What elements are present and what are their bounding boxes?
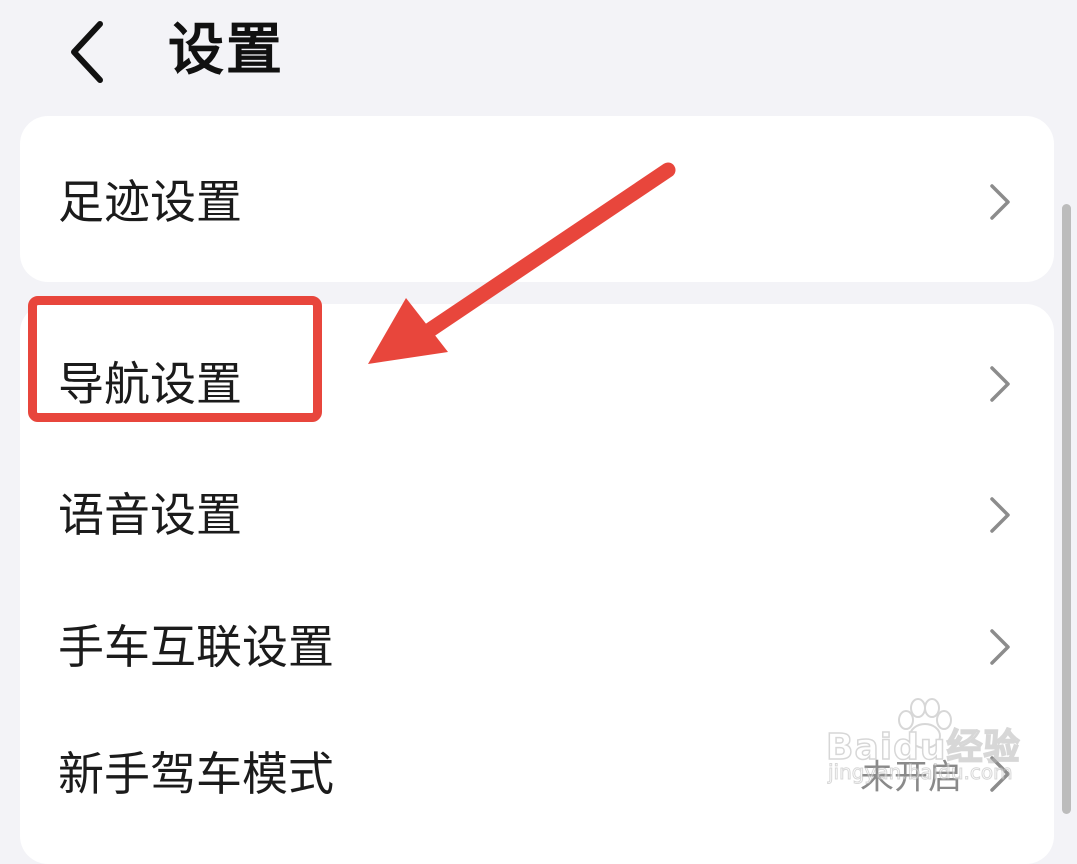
footprint-settings-item[interactable]: 足迹设置 xyxy=(20,142,1054,262)
footprint-settings-label: 足迹设置 xyxy=(58,175,242,229)
chevron-right-icon xyxy=(990,497,1010,533)
novice-driving-mode-label: 新手驾车模式 xyxy=(58,747,334,801)
settings-group-1: 足迹设置 xyxy=(20,116,1054,282)
back-button[interactable] xyxy=(60,14,124,90)
navigation-settings-label: 导航设置 xyxy=(58,357,242,411)
chevron-right-icon xyxy=(990,756,1010,792)
scrollbar[interactable] xyxy=(1062,204,1071,814)
chevron-left-icon xyxy=(71,21,103,83)
voice-settings-item[interactable]: 语音设置 xyxy=(20,455,1054,575)
header-bar: 设置 xyxy=(0,0,1077,110)
settings-group-2: 导航设置 语音设置 手车互联设置 新手驾车模式 未开启 xyxy=(20,304,1054,864)
chevron-right-icon xyxy=(990,629,1010,665)
phone-car-link-settings-label: 手车互联设置 xyxy=(58,620,334,674)
chevron-right-icon xyxy=(990,184,1010,220)
phone-car-link-settings-item[interactable]: 手车互联设置 xyxy=(20,587,1054,707)
voice-settings-label: 语音设置 xyxy=(58,488,242,542)
page-title: 设置 xyxy=(168,18,284,83)
chevron-right-icon xyxy=(990,366,1010,402)
navigation-settings-item[interactable]: 导航设置 xyxy=(20,324,1054,444)
novice-driving-mode-item[interactable]: 新手驾车模式 未开启 xyxy=(20,714,1054,834)
novice-driving-mode-status: 未开启 xyxy=(860,757,962,798)
